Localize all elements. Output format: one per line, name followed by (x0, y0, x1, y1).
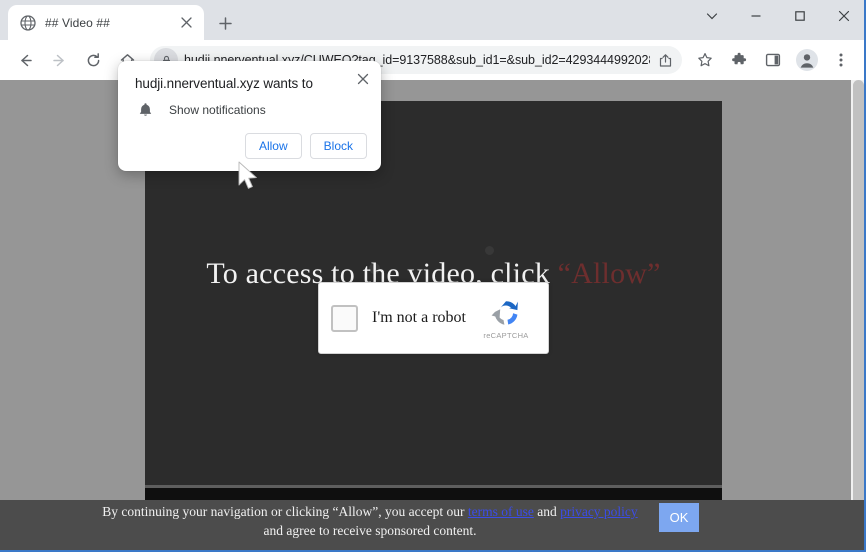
reload-icon[interactable] (79, 46, 107, 74)
permission-item-label: Show notifications (169, 103, 266, 117)
consent-text: By continuing your navigation or clickin… (0, 502, 740, 540)
side-panel-icon[interactable] (759, 46, 787, 74)
tab-search-chevron-down-icon[interactable] (690, 0, 734, 32)
block-button[interactable]: Block (309, 133, 367, 159)
recaptcha-logo: reCAPTCHA (476, 297, 536, 340)
share-icon[interactable] (654, 49, 676, 71)
more-menu-icon[interactable] (827, 46, 855, 74)
maximize-icon[interactable] (778, 0, 822, 32)
scrollbar-thumb[interactable] (853, 80, 864, 510)
permission-actions: Allow Block (244, 133, 367, 159)
recaptcha-brand-label: reCAPTCHA (483, 330, 529, 340)
consent-banner: By continuing your navigation or clickin… (0, 500, 866, 552)
extensions-puzzle-icon[interactable] (725, 46, 753, 74)
tab-strip: ## Video ## (0, 0, 866, 40)
minimize-icon[interactable] (734, 0, 778, 32)
globe-icon (19, 14, 36, 31)
new-tab-button[interactable] (212, 10, 238, 36)
terms-of-use-link[interactable]: terms of use (468, 504, 534, 519)
recaptcha-checkbox[interactable] (331, 304, 358, 332)
consent-line1-middle: and (533, 504, 561, 519)
browser-tab[interactable]: ## Video ## (8, 5, 204, 40)
consent-line2: and agree to receive sponsored content. (263, 523, 477, 538)
back-arrow-icon[interactable] (11, 46, 39, 74)
notification-permission-dialog: hudji.nnerventual.xyz wants to Show noti… (118, 61, 381, 171)
consent-line1-before: By continuing your navigation or clickin… (102, 504, 468, 519)
tab-title: ## Video ## (45, 15, 110, 30)
tab-close-icon[interactable] (176, 13, 196, 33)
recaptcha-arrows-icon (491, 300, 518, 325)
recaptcha-widget[interactable]: I'm not a robot reCAPTCHA (318, 282, 549, 354)
bokeh-decoration (485, 246, 494, 255)
close-icon[interactable] (352, 68, 374, 90)
recaptcha-label: I'm not a robot (372, 309, 466, 326)
permission-item: Show notifications (135, 100, 266, 120)
browser-window: ## Video ## hudji.nnerventual.xyz/CUWEO?… (0, 0, 866, 552)
close-icon[interactable] (822, 0, 866, 32)
forward-arrow-icon (45, 46, 73, 74)
permission-title: hudji.nnerventual.xyz wants to (135, 76, 313, 91)
allow-button[interactable]: Allow (244, 133, 302, 159)
bookmark-star-icon[interactable] (691, 46, 719, 74)
privacy-policy-link[interactable]: privacy policy (560, 504, 638, 519)
headline-allow-word: “Allow” (557, 257, 661, 290)
toolbar-right-icons (688, 46, 858, 74)
consent-ok-button[interactable]: OK (659, 503, 699, 532)
profile-avatar-icon[interactable] (793, 46, 821, 74)
bell-icon (135, 100, 155, 120)
window-caption-buttons (690, 0, 866, 32)
